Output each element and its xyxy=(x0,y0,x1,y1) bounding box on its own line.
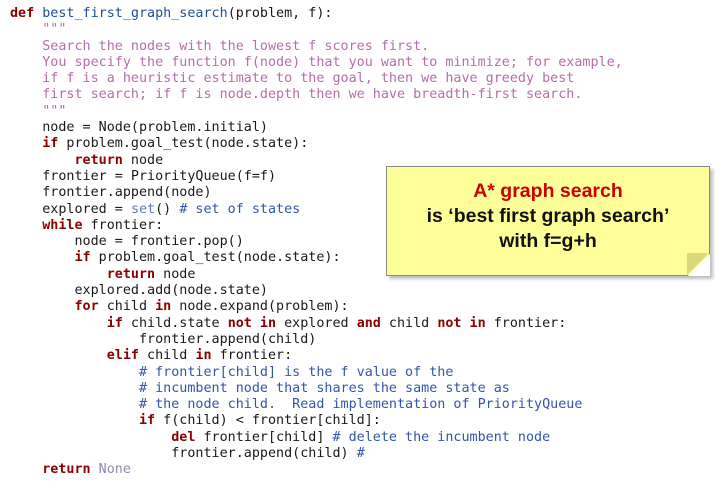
code-text: () xyxy=(155,201,180,217)
docstring-text: You specify the function f(node) that yo… xyxy=(42,54,623,70)
keyword-not-in: not in xyxy=(437,315,486,331)
builtin-set: set xyxy=(130,201,156,217)
code-line-8: node = Node(problem.initial) xyxy=(10,120,623,136)
docstring-close: """ xyxy=(42,103,67,119)
code-text: frontier: xyxy=(82,217,164,233)
code-text: frontier: xyxy=(211,348,293,364)
keyword-in: in xyxy=(155,299,172,315)
code-line-3: Search the nodes with the lowest f score… xyxy=(10,39,623,55)
code-comment: # set of states xyxy=(179,201,301,217)
function-name: best_first_graph_search xyxy=(42,6,228,21)
keyword-return: return xyxy=(42,462,91,478)
code-line-28: frontier.append(child) # xyxy=(10,446,623,462)
code-comment: # incumbent node that shares the same st… xyxy=(139,380,510,396)
code-line-4: You specify the function f(node) that yo… xyxy=(10,54,623,71)
code-line-1: def best_first_graph_search(problem, f): xyxy=(10,6,623,22)
keyword-if: if xyxy=(42,136,59,152)
code-text: frontier: xyxy=(485,315,567,331)
keyword-if: if xyxy=(106,315,123,331)
keyword-return: return xyxy=(106,266,156,282)
code-line-29: return None xyxy=(10,462,623,478)
code-comment: # the node child. Read implementation of… xyxy=(139,397,583,413)
code-line-6: first search; if f is node.depth then we… xyxy=(10,87,623,103)
code-text: explored.add(node.state) xyxy=(74,283,268,299)
note-line-1: is ‘best first graph search’ xyxy=(426,205,670,227)
keyword-if: if xyxy=(139,413,156,429)
keyword-in: in xyxy=(195,348,212,364)
constant-none: None xyxy=(90,462,131,478)
note-line-2: with f=g+h xyxy=(499,230,597,252)
code-text: frontier.append(node) xyxy=(42,185,212,201)
code-line-20: if child.state not in explored and child… xyxy=(10,316,623,332)
code-line-24: # incumbent node that shares the same st… xyxy=(10,381,623,397)
code-text: frontier = PriorityQueue(f=f) xyxy=(42,168,277,184)
code-text: frontier.append(child) xyxy=(171,446,357,462)
docstring-text: Search the nodes with the lowest f score… xyxy=(42,38,430,54)
sticky-note: A* graph search is ‘best first graph sea… xyxy=(386,166,710,276)
code-text: node = Node(problem.initial) xyxy=(42,120,268,136)
keyword-return: return xyxy=(74,152,123,168)
code-line-9: if problem.goal_test(node.state): xyxy=(10,136,623,152)
code-text: f(child) < frontier[child]: xyxy=(155,413,381,429)
note-folded-corner xyxy=(688,254,710,276)
code-line-27: del frontier[child] # delete the incumbe… xyxy=(10,430,623,446)
code-text: node = frontier.pop() xyxy=(74,234,244,250)
code-text: node.expand(problem): xyxy=(171,299,349,315)
code-text: explored xyxy=(276,315,357,331)
code-line-18: explored.add(node.state) xyxy=(10,283,623,299)
code-text: node xyxy=(155,266,196,282)
docstring-text: first search; if f is node.depth then we… xyxy=(42,87,583,103)
code-text: child xyxy=(98,299,156,315)
code-line-5: if f is a heuristic estimate to the goal… xyxy=(10,71,623,87)
code-line-21: frontier.append(child) xyxy=(10,332,623,348)
function-signature: (problem, f): xyxy=(227,6,333,21)
code-comment: # frontier[child] is the f value of the xyxy=(139,364,454,380)
code-line-7: """ xyxy=(10,104,623,120)
code-text: problem.goal_test(node.state): xyxy=(90,250,341,266)
keyword-not-in: not in xyxy=(227,315,277,331)
code-line-26: if f(child) < frontier[child]: xyxy=(10,413,623,429)
keyword-for: for xyxy=(74,299,99,315)
code-text: problem.goal_test(node.state): xyxy=(58,136,309,152)
code-line-2: """ xyxy=(10,22,623,38)
docstring-open: """ xyxy=(42,22,67,38)
code-text: child xyxy=(380,315,438,331)
keyword-elif: elif xyxy=(106,348,139,364)
keyword-def: def xyxy=(10,6,35,21)
code-line-19: for child in node.expand(problem): xyxy=(10,299,623,315)
code-text: child xyxy=(139,348,196,364)
code-comment: # delete the incumbent node xyxy=(332,429,551,445)
keyword-if: if xyxy=(74,250,91,266)
keyword-del: del xyxy=(171,429,196,445)
code-text: node xyxy=(122,152,164,168)
code-comment: # xyxy=(356,446,365,462)
code-line-25: # the node child. Read implementation of… xyxy=(10,397,623,413)
note-title: A* graph search xyxy=(473,180,623,202)
keyword-while: while xyxy=(42,217,83,233)
docstring-text: if f is a heuristic estimate to the goal… xyxy=(42,71,575,87)
code-text: frontier[child] xyxy=(195,429,333,445)
code-text: explored = xyxy=(42,201,131,217)
code-line-22: elif child in frontier: xyxy=(10,348,623,364)
code-line-23: # frontier[child] is the f value of the xyxy=(10,365,623,381)
code-text: child.state xyxy=(122,315,228,331)
keyword-and: and xyxy=(356,315,381,331)
code-text: frontier.append(child) xyxy=(139,331,317,347)
